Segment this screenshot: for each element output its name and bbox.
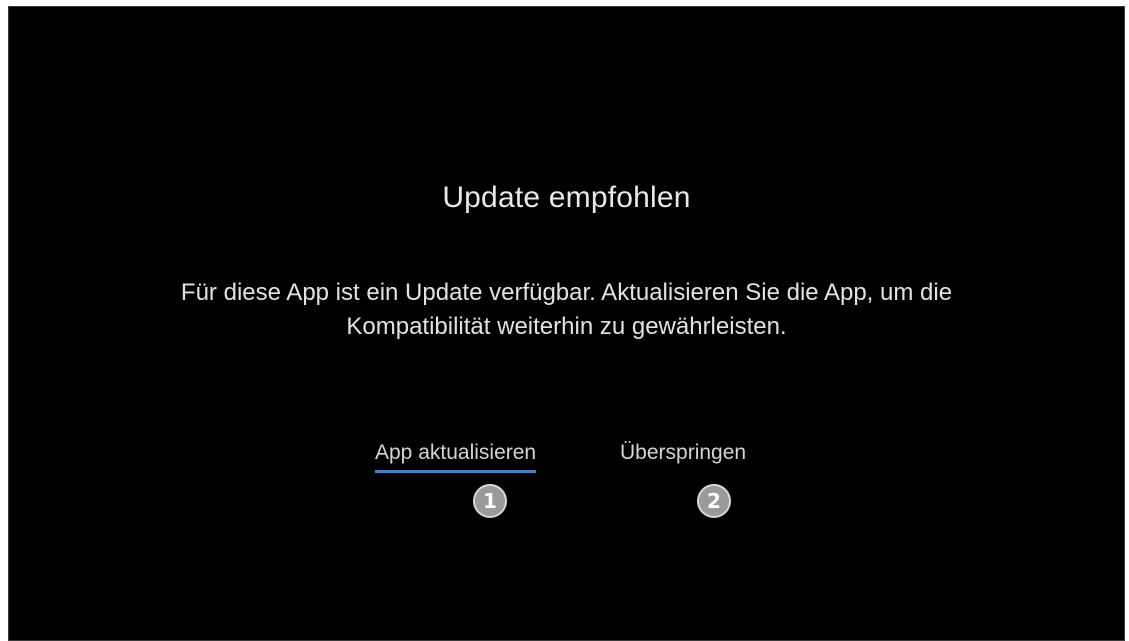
update-app-button-label: App aktualisieren [375,441,537,464]
callout-marker-1: 1 [473,484,507,518]
dialog-message-line-1: Für diese App ist ein Update verfügbar. … [180,279,953,306]
focus-underline [375,470,537,473]
skip-button[interactable]: Überspringen [620,437,746,473]
update-dialog-screen: Update empfohlen Für diese App ist ein U… [8,6,1125,641]
update-app-button[interactable]: App aktualisieren [375,437,537,473]
dialog-message-line-2: Kompatibilität weiterhin zu gewährleiste… [346,313,787,340]
skip-button-label: Überspringen [620,441,747,464]
dialog-message: Für diese App ist ein Update verfügbar. … [29,276,1104,344]
callout-marker-2: 2 [697,484,731,518]
dialog-actions: App aktualisieren Überspringen [9,437,1124,477]
dialog-title: Update empfohlen [442,181,691,214]
